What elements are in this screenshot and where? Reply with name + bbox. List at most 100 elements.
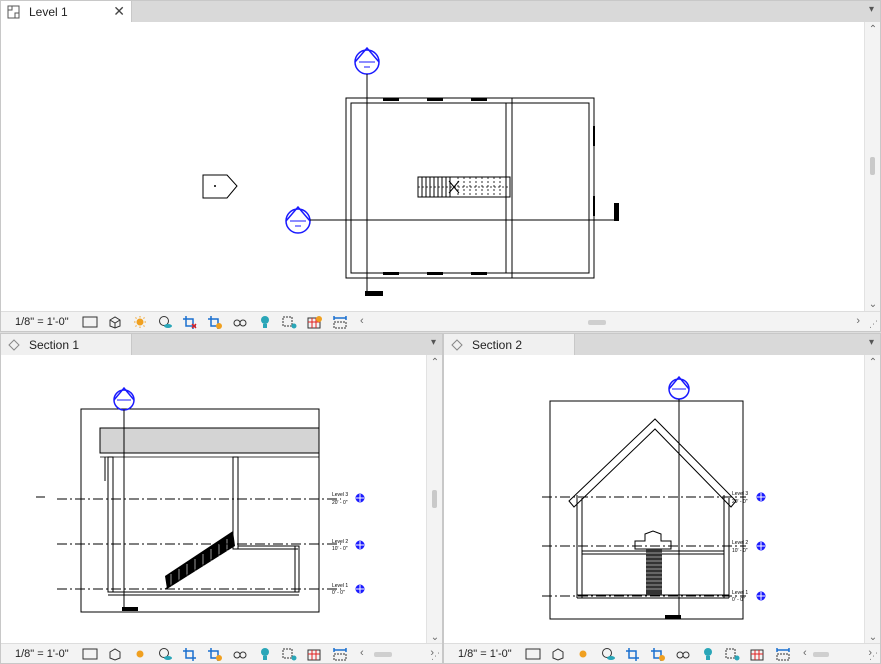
reveal-constraints-icon[interactable] xyxy=(331,314,349,330)
detail-level-icon[interactable] xyxy=(81,646,99,662)
show-crop-icon[interactable] xyxy=(649,646,667,662)
highlight-displacement-icon[interactable] xyxy=(306,646,324,662)
analytical-model-icon[interactable] xyxy=(281,646,299,662)
highlight-displacement-icon[interactable] xyxy=(749,646,767,662)
resize-grip-icon[interactable]: ⋰ xyxy=(431,651,440,662)
section-head[interactable] xyxy=(113,386,135,411)
section2-view-control-bar: 1/8" = 1'-0" ‹ › ⋰ xyxy=(444,643,880,663)
section-head-top[interactable] xyxy=(354,46,380,75)
section1-view-control-bar: 1/8" = 1'-0" ‹ › ⋰ xyxy=(1,643,442,663)
section2-drawing: Level 3 20' - 0" Level 2 10' - 0" Level … xyxy=(542,375,766,620)
reveal-constraints-icon[interactable] xyxy=(774,646,792,662)
section1-vertical-scrollbar[interactable]: ⌃ ⌄ xyxy=(426,355,442,645)
section-view-icon xyxy=(451,338,463,351)
highlight-displacement-icon[interactable] xyxy=(306,314,324,330)
scroll-up-icon[interactable]: ⌃ xyxy=(865,357,880,368)
shadows-icon[interactable] xyxy=(599,646,617,662)
level-1-name: Level 1 xyxy=(732,590,748,596)
level-2-marker[interactable]: Level 2 10' - 0" xyxy=(732,540,766,554)
visual-style-icon[interactable] xyxy=(549,646,567,662)
level-1-marker[interactable]: Level 1 0' - 0" xyxy=(332,583,365,596)
level-2-elevation: 10' - 0" xyxy=(332,546,348,552)
scroll-down-icon[interactable]: ⌄ xyxy=(865,632,880,643)
tab-section-1[interactable]: Section 1 xyxy=(1,334,132,355)
tab-menu-chevron-icon[interactable]: ▾ xyxy=(869,4,874,15)
level1-vertical-scrollbar[interactable]: ⌃ ⌄ xyxy=(864,22,880,312)
sun-path-icon[interactable] xyxy=(131,314,149,330)
h-scroll-thumb[interactable] xyxy=(588,319,606,325)
stair-plan[interactable] xyxy=(417,176,511,198)
reveal-hidden-icon[interactable] xyxy=(256,314,274,330)
scroll-left-icon[interactable]: ‹ xyxy=(360,647,364,659)
view-scale[interactable]: 1/8" = 1'-0" xyxy=(15,648,81,660)
h-scroll-thumb[interactable] xyxy=(813,651,829,657)
section1-tabbar: Section 1 ▾ xyxy=(1,334,442,355)
level-3-name: Level 3 xyxy=(332,492,348,498)
section2-canvas[interactable]: Level 3 20' - 0" Level 2 10' - 0" Level … xyxy=(444,355,863,645)
section2-view-pane: Section 2 ▾ Level 3 20' - 0" Level 2 10'… xyxy=(443,333,881,664)
level1-view-control-bar: 1/8" = 1'-0" ‹ › ⋰ xyxy=(1,311,880,331)
close-icon[interactable]: ✕ xyxy=(113,3,125,20)
tab-level-1[interactable]: Level 1 ✕ xyxy=(1,1,132,22)
analytical-model-icon[interactable] xyxy=(724,646,742,662)
floor-plan-icon xyxy=(7,5,20,18)
tab-section-2[interactable]: Section 2 xyxy=(444,334,575,355)
scroll-down-icon[interactable]: ⌄ xyxy=(865,299,880,310)
scroll-up-icon[interactable]: ⌃ xyxy=(865,24,880,35)
section2-vertical-scrollbar[interactable]: ⌃ ⌄ xyxy=(864,355,880,645)
level-2-marker[interactable]: Level 2 10' - 0" xyxy=(332,539,365,552)
visual-style-icon[interactable] xyxy=(106,314,124,330)
view-scale[interactable]: 1/8" = 1'-0" xyxy=(458,648,524,660)
view-scale[interactable]: 1/8" = 1'-0" xyxy=(15,316,81,328)
sun-path-icon[interactable] xyxy=(574,646,592,662)
show-crop-icon[interactable] xyxy=(206,646,224,662)
level-3-elevation: 20' - 0" xyxy=(332,500,348,506)
level-1-marker[interactable]: Level 1 0' - 0" xyxy=(732,590,766,603)
level-1-name: Level 1 xyxy=(332,583,348,589)
crop-view-icon[interactable] xyxy=(181,646,199,662)
level1-horizontal-scrollbar[interactable]: ‹ › xyxy=(360,314,880,330)
temporary-hide-icon[interactable] xyxy=(231,314,249,330)
detail-level-icon[interactable] xyxy=(524,646,542,662)
reveal-hidden-icon[interactable] xyxy=(256,646,274,662)
section1-view-pane: Section 1 ▾ Level 3 20' - 0" Level 2 10'… xyxy=(0,333,443,664)
temporary-hide-icon[interactable] xyxy=(674,646,692,662)
level1-tabbar: Level 1 ✕ ▾ xyxy=(1,1,880,22)
shadows-icon[interactable] xyxy=(156,314,174,330)
scroll-left-icon[interactable]: ‹ xyxy=(803,647,807,659)
level-1-elevation: 0' - 0" xyxy=(732,597,745,603)
scroll-up-icon[interactable]: ⌃ xyxy=(427,357,442,368)
reveal-constraints-icon[interactable] xyxy=(331,646,349,662)
resize-grip-icon[interactable]: ⋰ xyxy=(869,319,878,330)
level1-canvas[interactable] xyxy=(1,22,863,312)
detail-level-icon[interactable] xyxy=(81,314,99,330)
analytical-model-icon[interactable] xyxy=(281,314,299,330)
resize-grip-icon[interactable]: ⋰ xyxy=(869,651,878,662)
level-1-elevation: 0' - 0" xyxy=(332,590,345,596)
tab-menu-chevron-icon[interactable]: ▾ xyxy=(431,337,436,348)
level-3-marker[interactable]: Level 3 20' - 0" xyxy=(732,491,766,505)
sun-path-icon[interactable] xyxy=(131,646,149,662)
temporary-hide-icon[interactable] xyxy=(231,646,249,662)
section-head-left[interactable] xyxy=(285,205,311,234)
crop-view-icon[interactable] xyxy=(624,646,642,662)
tab-menu-chevron-icon[interactable]: ▾ xyxy=(869,337,874,348)
scroll-left-icon[interactable]: ‹ xyxy=(360,315,364,327)
section1-canvas[interactable]: Level 3 20' - 0" Level 2 10' - 0" Level … xyxy=(1,355,425,645)
reveal-hidden-icon[interactable] xyxy=(699,646,717,662)
scroll-thumb[interactable] xyxy=(432,490,437,508)
section1-horizontal-scrollbar[interactable]: ‹ › xyxy=(360,646,442,662)
floor-plan-drawing xyxy=(202,46,619,296)
section-head[interactable] xyxy=(668,375,690,400)
visual-style-icon[interactable] xyxy=(106,646,124,662)
crop-view-icon[interactable] xyxy=(181,314,199,330)
stair-section[interactable] xyxy=(634,530,672,595)
h-scroll-thumb[interactable] xyxy=(374,651,392,657)
show-crop-icon[interactable] xyxy=(206,314,224,330)
scroll-right-icon[interactable]: › xyxy=(856,315,860,327)
scroll-down-icon[interactable]: ⌄ xyxy=(427,632,442,643)
stair-section[interactable] xyxy=(165,531,235,589)
scroll-thumb[interactable] xyxy=(870,157,875,175)
shadows-icon[interactable] xyxy=(156,646,174,662)
elevation-marker[interactable] xyxy=(202,174,238,199)
